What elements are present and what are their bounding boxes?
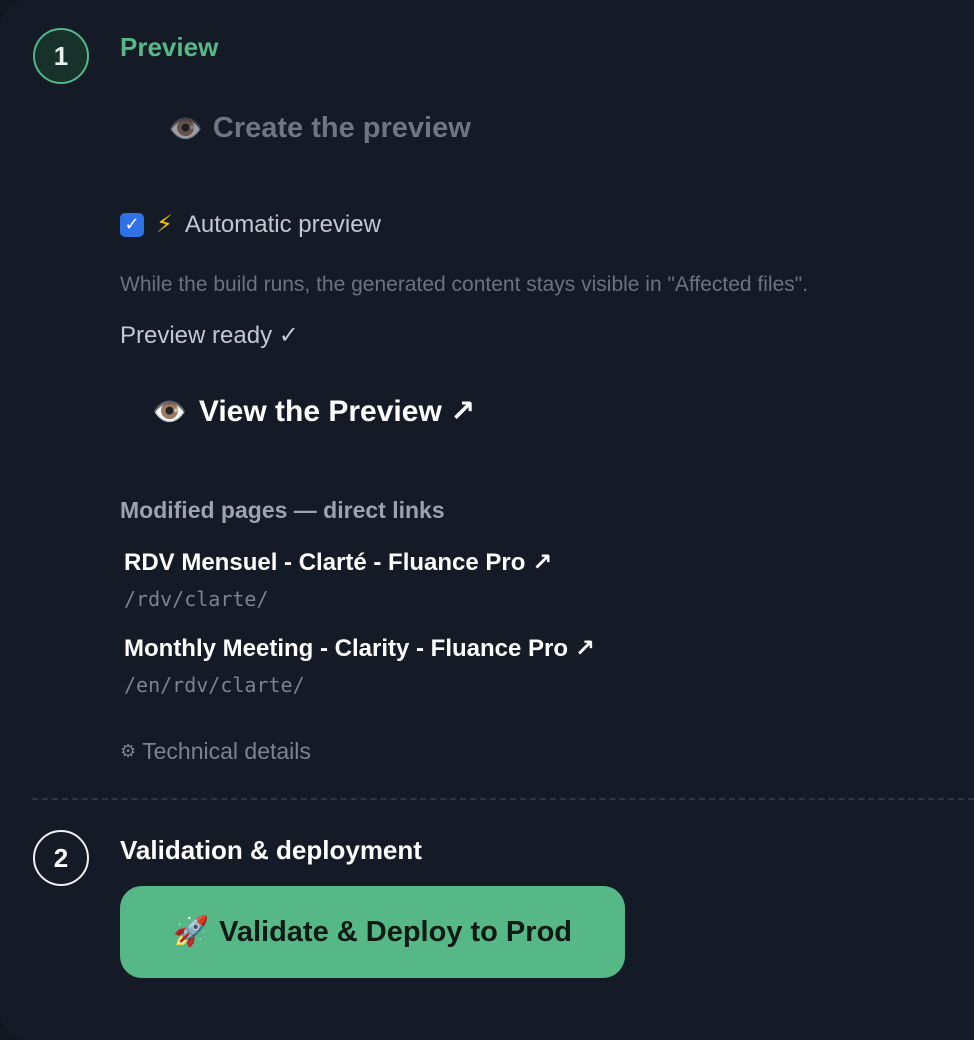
check-icon: ✓ [124, 214, 140, 234]
modified-page-link[interactable]: Monthly Meeting - Clarity - Fluance Pro … [124, 634, 595, 663]
step-1-number: 1 [53, 40, 69, 71]
technical-details-label: Technical details [142, 738, 311, 764]
create-preview-button[interactable]: 👁️ Create the preview [168, 112, 471, 145]
validate-deploy-label: Validate & Deploy to Prod [219, 915, 572, 948]
eye-icon: 👁️ [152, 396, 187, 427]
automatic-preview-label[interactable]: Automatic preview [185, 211, 381, 239]
build-help-text: While the build runs, the generated cont… [120, 273, 809, 296]
technical-details-toggle[interactable]: ⚙ Technical details [120, 738, 311, 765]
gear-icon: ⚙ [120, 741, 137, 761]
modified-page-path: /rdv/clarte/ [124, 587, 269, 611]
automatic-preview-option: ✓ ⚡ Automatic preview [120, 210, 381, 239]
lightning-icon: ⚡ [156, 211, 173, 238]
modified-pages-heading: Modified pages — direct links [120, 497, 445, 523]
view-preview-link[interactable]: 👁️ View the Preview ↗ [152, 394, 475, 429]
step-2-indicator: 2 [33, 830, 89, 886]
step-2-number: 2 [53, 842, 69, 873]
step-1-indicator: 1 [33, 28, 89, 84]
validate-deploy-button[interactable]: 🚀 Validate & Deploy to Prod [120, 886, 625, 978]
eye-icon: 👁️ [168, 113, 203, 144]
automatic-preview-checkbox[interactable]: ✓ [120, 212, 144, 237]
create-preview-label: Create the preview [212, 112, 471, 144]
modified-page-link[interactable]: RDV Mensuel - Clarté - Fluance Pro ↗ [124, 548, 552, 577]
modified-page-path: /en/rdv/clarte/ [124, 673, 305, 697]
rocket-icon: 🚀 [172, 916, 210, 948]
step-2-title: Validation & deployment [120, 835, 422, 865]
step-1-title: Preview [120, 32, 219, 62]
view-preview-label: View the Preview ↗ [198, 395, 476, 428]
preview-status: Preview ready ✓ [120, 322, 299, 349]
step-divider [32, 798, 974, 800]
